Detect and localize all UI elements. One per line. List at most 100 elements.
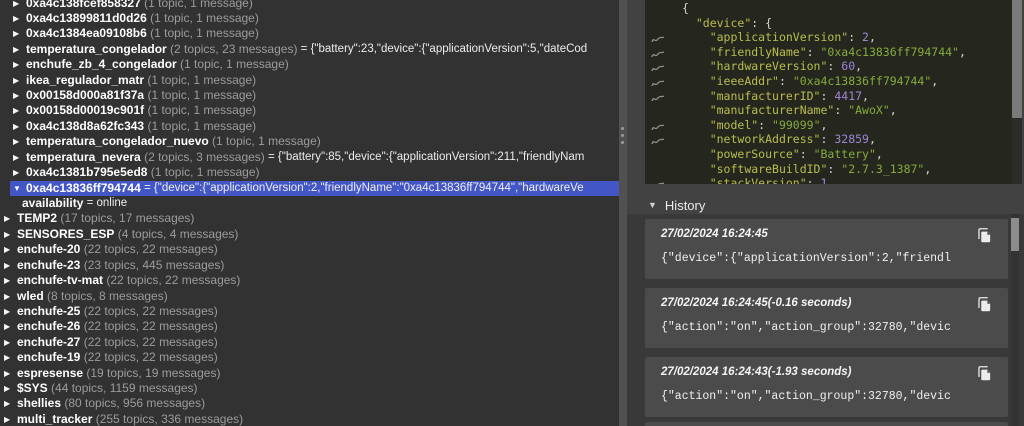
topic-name: SENSORES_ESP (17, 227, 114, 242)
expand-arrow-icon[interactable]: ▶ (13, 119, 22, 134)
topic-count: (17 topics, 17 messages) (57, 211, 194, 226)
topic-row[interactable]: ▶0xa4c13899811d0d26 (1 topic, 1 message) (0, 11, 619, 26)
expand-arrow-icon[interactable]: ▶ (13, 150, 22, 165)
expand-arrow-icon[interactable]: ▶ (4, 211, 13, 226)
topic-name: espresense (17, 366, 83, 381)
json-punct (682, 30, 710, 44)
history-card[interactable]: 27/02/2024 16:24:45(-0.16 seconds){"acti… (645, 288, 1008, 348)
expand-arrow-icon[interactable]: ▶ (4, 289, 13, 304)
topic-count: (22 topics, 22 messages) (103, 273, 240, 288)
expand-arrow-icon[interactable]: ▶ (4, 335, 13, 350)
history-payload: {"device":{"applicationVersion":2,"frien… (661, 252, 974, 265)
topic-name: 0xa4c138fcef858327 (26, 0, 141, 11)
topic-row[interactable]: ▶0xa4c1381b795e5ed8 (1 topic, 1 message) (0, 165, 619, 180)
topic-count: (22 topics, 22 messages) (80, 242, 217, 257)
json-line: "ieeeAddr": "0xa4c13836ff794744", (645, 74, 1012, 89)
expand-arrow-icon[interactable]: ▶ (13, 103, 22, 118)
sparkline-icon[interactable] (651, 179, 665, 184)
topic-count: (1 topic, 1 message) (147, 26, 259, 41)
topic-row[interactable]: ▶enchufe-19 (22 topics, 22 messages) (0, 350, 619, 365)
topic-row[interactable]: ▶temperatura_nevera (2 topics, 3 message… (0, 150, 619, 165)
json-string: "2.7.3_1387" (841, 162, 924, 176)
panel-splitter-handle[interactable] (621, 127, 625, 151)
expand-arrow-icon[interactable]: ▶ (13, 88, 22, 103)
expand-arrow-icon[interactable]: ▶ (4, 381, 13, 396)
topic-row[interactable]: ▶0x00158d000a81f37a (1 topic, 1 message) (0, 88, 619, 103)
topic-name: $SYS (17, 381, 48, 396)
topic-count: (19 topics, 19 messages) (83, 366, 220, 381)
topic-count: (2 topics, 3 messages) (141, 150, 265, 165)
topic-count: (1 topic, 1 message) (209, 134, 321, 149)
collapse-arrow-icon[interactable]: ▼ (13, 181, 22, 196)
history-card[interactable]: 27/02/2024 16:24:45{"device":{"applicati… (645, 219, 1008, 279)
json-punct (682, 132, 710, 146)
expand-arrow-icon[interactable]: ▶ (4, 242, 13, 257)
expand-arrow-icon[interactable]: ▶ (13, 42, 22, 57)
json-scrollbar[interactable] (1012, 0, 1022, 184)
expand-arrow-icon[interactable]: ▶ (13, 26, 22, 41)
topic-row[interactable]: ▶0xa4c1384ea09108b6 (1 topic, 1 message) (0, 26, 619, 41)
expand-arrow-icon[interactable]: ▶ (4, 350, 13, 365)
history-card-partial[interactable] (645, 422, 1008, 426)
topic-row[interactable]: ▶enchufe_zb_4_congelador (1 topic, 1 mes… (0, 57, 619, 72)
expand-arrow-icon[interactable]: ▶ (13, 11, 22, 26)
copy-button[interactable] (976, 365, 994, 383)
expand-arrow-icon[interactable]: ▶ (4, 258, 13, 273)
topic-row[interactable]: ▶ espresense (19 topics, 19 messages) (0, 366, 619, 381)
json-punct: : (834, 103, 848, 117)
json-key: "friendlyName" (710, 45, 807, 59)
expand-arrow-icon[interactable]: ▶ (4, 396, 13, 411)
json-line: "manufacturerName": "AwoX", (645, 103, 1012, 118)
json-punct: , (862, 89, 869, 103)
topic-row[interactable]: ▶wled (8 topics, 8 messages) (0, 289, 619, 304)
topic-row[interactable]: ▶enchufe-27 (22 topics, 22 messages) (0, 335, 619, 350)
topic-row[interactable]: ▶0x00158d00019c901f (1 topic, 1 message) (0, 103, 619, 118)
expand-arrow-icon[interactable]: ▶ (4, 366, 13, 381)
copy-button[interactable] (976, 227, 994, 245)
expand-arrow-icon[interactable]: ▶ (4, 412, 13, 426)
topic-row[interactable]: ▶0xa4c138d8a62fc343 (1 topic, 1 message) (0, 119, 619, 134)
expand-arrow-icon[interactable]: ▶ (13, 165, 22, 180)
copy-button[interactable] (976, 296, 994, 314)
expand-arrow-icon[interactable]: ▶ (4, 227, 13, 242)
topic-row[interactable]: ▶enchufe-26 (22 topics, 22 messages) (0, 319, 619, 334)
sparkline-icon (651, 137, 665, 146)
topic-row[interactable]: ▶temperatura_congelador_nuevo (1 topic, … (0, 134, 619, 149)
tree-scrollbar[interactable] (619, 0, 627, 426)
copy-icon (976, 227, 993, 244)
history-card[interactable]: 27/02/2024 16:24:43(-1.93 seconds){"acti… (645, 357, 1008, 417)
history-section-header[interactable]: ▼ History (648, 196, 705, 214)
json-punct: : { (751, 16, 772, 30)
topic-row[interactable]: ▶temperatura_congelador (2 topics, 23 me… (0, 42, 619, 57)
topic-row[interactable]: ▶shellies (80 topics, 956 messages) (0, 396, 619, 411)
history-scrollbar[interactable] (1011, 214, 1019, 426)
topic-row[interactable]: ▶multi_tracker (255 topics, 336 messages… (0, 412, 619, 426)
expand-arrow-icon[interactable]: ▶ (13, 0, 22, 11)
topic-name: temperatura_congelador (26, 42, 167, 57)
expand-arrow-icon[interactable]: ▶ (4, 319, 13, 334)
topic-row[interactable]: ▶enchufe-23 (23 topics, 445 messages) (0, 258, 619, 273)
topic-row[interactable]: ▶enchufe-20 (22 topics, 22 messages) (0, 242, 619, 257)
topic-row[interactable]: ▶ SENSORES_ESP (4 topics, 4 messages) (0, 227, 619, 242)
sparkline-icon (651, 94, 665, 103)
topic-row[interactable]: ▶ikea_regulador_matr (1 topic, 1 message… (0, 73, 619, 88)
expand-arrow-icon[interactable]: ▶ (13, 73, 22, 88)
topic-row[interactable]: availability = online (0, 196, 619, 211)
topic-name: multi_tracker (17, 412, 92, 426)
topic-count: (4 topics, 4 messages) (114, 227, 238, 242)
expand-arrow-icon[interactable]: ▶ (4, 304, 13, 319)
topic-row[interactable]: ▶0xa4c138fcef858327 (1 topic, 1 message) (0, 0, 619, 11)
expand-arrow-icon[interactable]: ▶ (13, 57, 22, 72)
json-punct (682, 16, 696, 30)
topic-row[interactable]: ▶TEMP2 (17 topics, 17 messages) (0, 211, 619, 226)
topic-row[interactable]: ▶enchufe-25 (22 topics, 22 messages) (0, 304, 619, 319)
history-scrollbar-thumb[interactable] (1011, 218, 1019, 251)
topic-row-selected[interactable]: ▼0xa4c13836ff794744 = {"device":{"applic… (10, 181, 619, 196)
json-scrollbar-thumb[interactable] (1012, 0, 1022, 118)
history-list: 27/02/2024 16:24:45{"device":{"applicati… (627, 214, 1024, 426)
collapse-arrow-icon[interactable]: ▼ (648, 200, 657, 210)
expand-arrow-icon[interactable]: ▶ (13, 134, 22, 149)
topic-row[interactable]: ▶$SYS (44 topics, 1159 messages) (0, 381, 619, 396)
expand-arrow-icon[interactable]: ▶ (4, 273, 13, 288)
topic-row[interactable]: ▶enchufe-tv-mat (22 topics, 22 messages) (0, 273, 619, 288)
